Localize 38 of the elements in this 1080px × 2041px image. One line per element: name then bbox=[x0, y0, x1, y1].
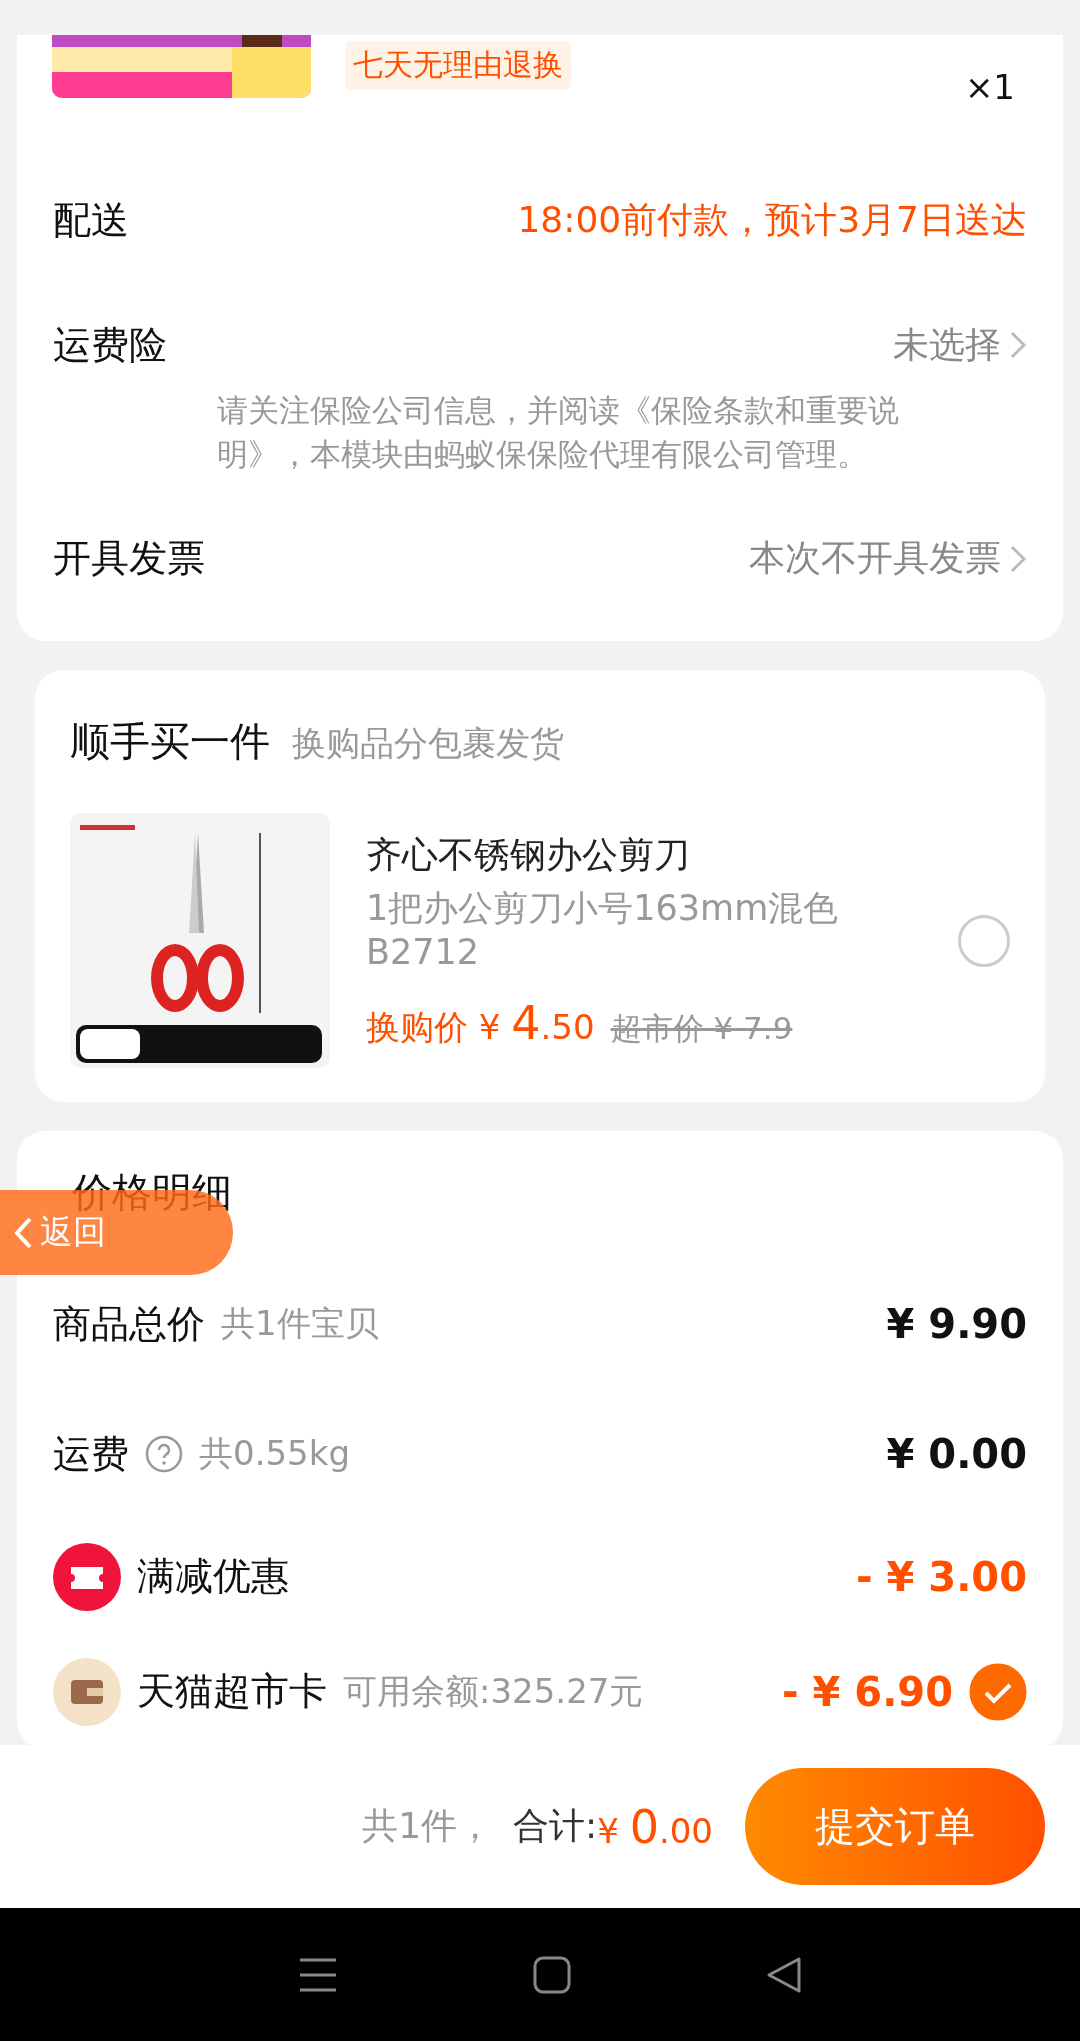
row-label: 配送 bbox=[53, 196, 129, 244]
return-policy-tag: 七天无理由退换 bbox=[345, 41, 571, 90]
amount: ¥ 9.90 bbox=[886, 1301, 1027, 1347]
home-icon[interactable] bbox=[533, 1955, 571, 1994]
original-price: 超市价 ¥ 7.9 bbox=[610, 1008, 793, 1048]
product-spec: 1把办公剪刀小号163mm混色B2712 bbox=[366, 886, 840, 974]
row-hint: 共1件宝贝 bbox=[221, 1302, 379, 1345]
product-name: 齐心不锈钢办公剪刀 bbox=[366, 832, 691, 877]
row-value[interactable]: 未选择 bbox=[893, 320, 1001, 370]
amount: ¥ 0.00 bbox=[886, 1431, 1027, 1477]
row-value[interactable]: 本次不开具发票 bbox=[749, 534, 1001, 583]
total-label: 合计: bbox=[513, 1804, 598, 1848]
total-amount: ¥ 0.00 bbox=[597, 1799, 713, 1854]
row-label: 满减优惠 bbox=[137, 1553, 289, 1600]
amount: - ¥ 6.90 bbox=[782, 1668, 953, 1715]
insurance-note: 请关注保险公司信息，并阅读《保险条款和重要说明》，本模块由蚂蚁保保险代理有限公司管理。 bbox=[216, 391, 900, 474]
section-title: 顺手买一件 bbox=[70, 717, 270, 766]
help-icon[interactable] bbox=[145, 1435, 183, 1473]
row-label: 运费险 bbox=[53, 321, 167, 369]
menu-icon[interactable] bbox=[297, 1956, 338, 1993]
card-icon bbox=[53, 1657, 121, 1726]
ticket-icon bbox=[53, 1542, 121, 1611]
amount: - ¥ 3.00 bbox=[856, 1553, 1027, 1600]
quantity: ×1 bbox=[964, 67, 1015, 107]
row-hint: 可用余额:325.27元 bbox=[343, 1669, 644, 1713]
row-label: 商品总价 bbox=[53, 1300, 205, 1348]
back-icon[interactable] bbox=[766, 1955, 803, 1994]
select-radio[interactable] bbox=[958, 914, 1010, 967]
delivery-estimate: 18:00前付款，预计3月7日送达 bbox=[517, 197, 1027, 242]
check-icon[interactable] bbox=[969, 1662, 1027, 1721]
section-subtitle: 换购品分包裹发货 bbox=[292, 722, 564, 765]
submit-button[interactable]: 提交订单 bbox=[745, 1768, 1045, 1885]
item-count: 共1件， bbox=[362, 1804, 494, 1848]
addon-price: 换购价 ¥ 4.50 bbox=[366, 995, 595, 1051]
row-label: 运费 bbox=[53, 1430, 129, 1478]
row-label: 天猫超市卡 bbox=[137, 1668, 327, 1715]
row-label: 开具发票 bbox=[53, 535, 205, 582]
row-hint: 共0.55kg bbox=[199, 1432, 350, 1475]
